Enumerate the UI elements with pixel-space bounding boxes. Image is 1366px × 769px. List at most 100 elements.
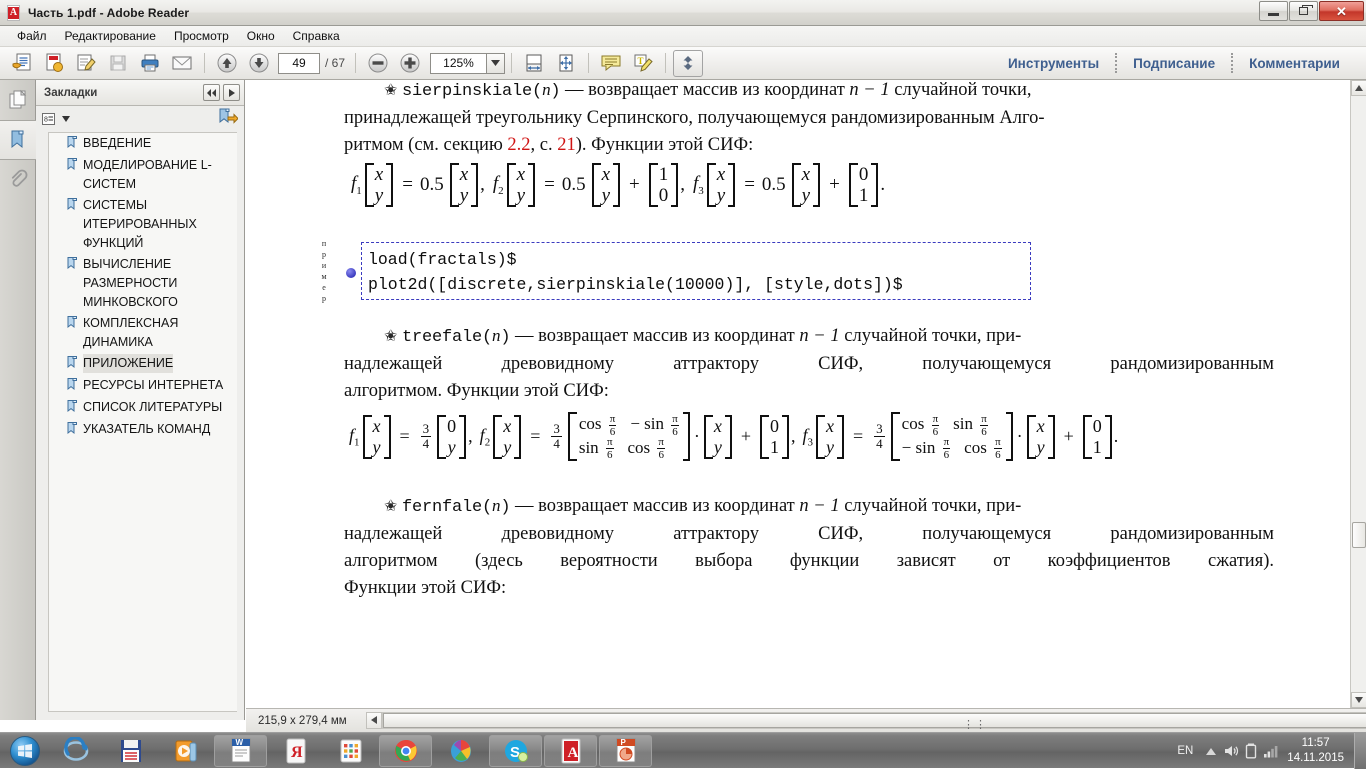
skype-icon[interactable]: S xyxy=(489,734,542,767)
page-number-input[interactable]: 49 xyxy=(278,52,320,74)
entry3-line1-rest: — возвращает массив из координат xyxy=(510,496,800,516)
right-chevron-icon[interactable] xyxy=(223,84,240,101)
new-bookmark-icon[interactable] xyxy=(218,108,239,131)
paragraph-fernfale: ✬ fernfale(n) — возвращает массив из коо… xyxy=(344,492,1274,602)
bookmark-icon xyxy=(67,378,78,396)
bookmark-icon xyxy=(67,198,78,216)
bookmark-label: СПИСОК ЛИТЕРАТУРЫ xyxy=(83,400,223,414)
comments-link[interactable]: Комментарии xyxy=(1233,56,1356,71)
matrix-cell: y xyxy=(516,185,526,206)
scrollbar-thumb[interactable] xyxy=(383,712,1366,728)
previous-page-button[interactable] xyxy=(212,50,242,77)
bookmarks-icon[interactable] xyxy=(0,120,36,160)
email-icon[interactable] xyxy=(167,50,197,77)
print-icon[interactable] xyxy=(135,50,165,77)
menu-edit[interactable]: Редактирование xyxy=(56,27,165,45)
fit-width-icon[interactable] xyxy=(519,50,549,77)
app-grid-icon[interactable] xyxy=(324,735,377,767)
up-chevron-icon[interactable] xyxy=(1201,739,1221,763)
zoom-level-input[interactable]: 125% xyxy=(430,52,487,74)
create-pdf-icon[interactable] xyxy=(39,50,69,77)
bookmark-item[interactable]: УКАЗАТЕЛЬ КОМАНД xyxy=(49,419,237,441)
microsoft-word-icon[interactable]: W xyxy=(214,734,267,767)
fraction-3-4: 34 xyxy=(874,421,885,452)
show-desktop-button[interactable] xyxy=(1354,733,1366,769)
bookmark-options-icon[interactable]: 8 xyxy=(42,112,70,127)
restore-button[interactable] xyxy=(1289,1,1318,21)
bookmark-item[interactable]: РЕСУРСЫ ИНТЕРНЕТА xyxy=(49,375,237,397)
powerpoint-icon[interactable]: P xyxy=(599,734,652,767)
menu-help[interactable]: Справка xyxy=(284,27,349,45)
f1-label: f1 xyxy=(349,424,360,449)
close-button[interactable]: ✕ xyxy=(1319,1,1364,21)
equals-sign: = xyxy=(744,174,755,195)
scroll-up-arrow-icon[interactable] xyxy=(1351,80,1366,96)
matrix-cell: y xyxy=(801,185,811,206)
bookmark-item-selected[interactable]: ПРИЛОЖЕНИЕ xyxy=(49,353,237,375)
multiplication-dot: · xyxy=(693,426,700,447)
open-file-icon[interactable] xyxy=(7,50,37,77)
bookmark-item[interactable]: СИСТЕМЫ ИТЕРИРОВАННЫХ ФУНКЦИЙ xyxy=(49,195,237,254)
zoom-out-button[interactable] xyxy=(363,50,393,77)
scrollbar-thumb[interactable] xyxy=(1352,522,1366,548)
matrix-cell: x xyxy=(374,164,384,185)
media-save-icon[interactable] xyxy=(104,735,157,767)
bookmark-item[interactable]: МОДЕЛИРОВАНИЕ L-СИСТЕМ xyxy=(49,155,237,195)
comma: , xyxy=(480,174,485,195)
left-arrow-icon[interactable] xyxy=(366,711,382,729)
internet-explorer-icon[interactable] xyxy=(49,735,102,767)
double-left-chevron-icon[interactable] xyxy=(203,84,220,101)
read-mode-icon[interactable] xyxy=(673,49,704,77)
edit-pdf-icon[interactable] xyxy=(71,50,101,77)
comma: , xyxy=(468,426,473,447)
page-thumbnails-icon[interactable] xyxy=(0,80,36,120)
bookmark-item[interactable]: СПИСОК ЛИТЕРАТУРЫ xyxy=(49,397,237,419)
windows-start-orb[interactable] xyxy=(2,734,48,768)
clock[interactable]: 11:57 14.11.2015 xyxy=(1281,736,1354,766)
highlight-text-icon[interactable]: T xyxy=(628,50,658,77)
entry3-line3: алгоритмом (здесь вероятности выбора фун… xyxy=(344,551,1274,571)
sign-link[interactable]: Подписание xyxy=(1117,56,1231,71)
bookmark-item[interactable]: ВЫЧИСЛЕНИЕ РАЗМЕРНОСТИ МИНКОВСКОГО xyxy=(49,254,237,313)
bookmark-label: МОДЕЛИРОВАНИЕ L-СИСТЕМ xyxy=(83,158,212,191)
menu-bar: Файл Редактирование Просмотр Окно Справк… xyxy=(0,26,1366,47)
menu-view[interactable]: Просмотр xyxy=(165,27,238,45)
section-reference[interactable]: 2.2 xyxy=(507,135,530,155)
bookmark-label: ПРИЛОЖЕНИЕ xyxy=(83,354,174,373)
attachments-icon[interactable] xyxy=(0,160,36,200)
pdf-page-view[interactable]: ✬ sierpinskiale(n) — возвращает массив и… xyxy=(246,80,1350,708)
adobe-reader-icon[interactable]: A xyxy=(544,734,597,767)
formula-sierpinski-ifs: f1 xy = 0.5 xy , f2 xy = 0.5 xy + 10 , f… xyxy=(351,163,885,207)
volume-icon[interactable] xyxy=(1221,739,1241,763)
network-signal-icon[interactable] xyxy=(1261,739,1281,763)
next-page-button[interactable] xyxy=(244,50,274,77)
language-indicator[interactable]: EN xyxy=(1169,745,1201,757)
bookmark-item[interactable]: ВВЕДЕНИЕ xyxy=(49,133,237,155)
tools-link[interactable]: Инструменты xyxy=(992,56,1115,71)
bookmark-icon xyxy=(67,316,78,334)
vertical-scrollbar[interactable] xyxy=(1350,80,1366,708)
save-icon[interactable] xyxy=(103,50,133,77)
menu-file[interactable]: Файл xyxy=(8,27,56,45)
google-chrome-icon[interactable] xyxy=(379,734,432,767)
menu-window[interactable]: Окно xyxy=(238,27,284,45)
page-total-label: / 67 xyxy=(325,56,346,70)
minimize-button[interactable] xyxy=(1259,1,1288,21)
add-sticky-note-icon[interactable] xyxy=(596,50,626,77)
page-reference[interactable]: 21 xyxy=(557,135,576,155)
fit-page-icon[interactable] xyxy=(551,50,581,77)
paint-icon[interactable] xyxy=(434,735,487,767)
scroll-trough[interactable]: ⋮⋮ xyxy=(382,711,1366,731)
horizontal-scrollbar[interactable]: ⋮⋮ xyxy=(366,711,1366,731)
zoom-in-button[interactable] xyxy=(395,50,425,77)
entry2-line1-tail: случайной точки, при- xyxy=(839,326,1022,346)
battery-icon[interactable] xyxy=(1241,739,1261,763)
bookmark-item[interactable]: КОМПЛЕКСНАЯ ДИНАМИКА xyxy=(49,313,237,353)
grip-dots: ⋮⋮ xyxy=(963,718,987,731)
equals-sign: = xyxy=(853,426,864,447)
media-player-icon[interactable] xyxy=(159,735,212,767)
yandex-browser-icon[interactable]: Я xyxy=(269,735,322,767)
scroll-down-arrow-icon[interactable] xyxy=(1351,692,1366,708)
chevron-down-icon[interactable] xyxy=(486,52,506,74)
bookmarks-list[interactable]: ВВЕДЕНИЕ МОДЕЛИРОВАНИЕ L-СИСТЕМ СИСТЕМЫ … xyxy=(48,132,237,712)
